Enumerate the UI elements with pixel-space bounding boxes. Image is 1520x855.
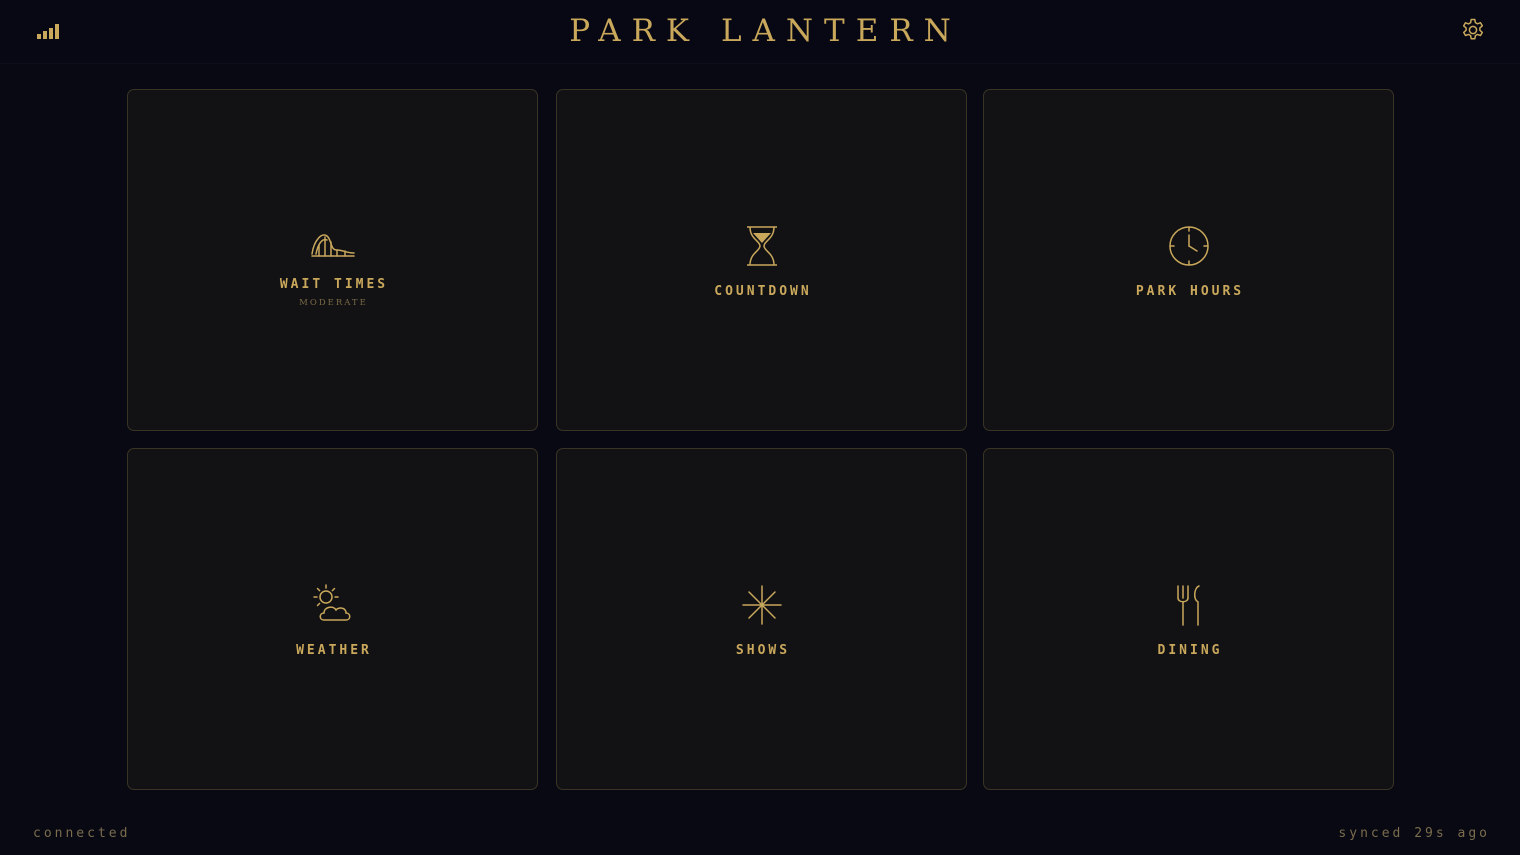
hourglass-icon xyxy=(746,226,777,266)
tile-countdown[interactable]: COUNTDOWN xyxy=(556,89,967,431)
roller-coaster-icon xyxy=(310,234,355,257)
tile-label: SHOWS xyxy=(735,643,791,658)
gear-icon[interactable] xyxy=(1460,17,1486,43)
tile-label: WEATHER xyxy=(296,643,372,658)
tile-park-hours[interactable]: PARK HOURS xyxy=(983,89,1394,431)
tile-weather[interactable]: WEATHER xyxy=(127,448,538,790)
tile-label: DINING xyxy=(1157,643,1223,658)
fork-spoon-icon xyxy=(1176,585,1200,626)
app-title: PARK LANTERN xyxy=(569,13,962,49)
tile-label: WAIT TIMES xyxy=(279,277,389,292)
sparkle-icon xyxy=(741,585,782,625)
tile-wait-times[interactable]: WAIT TIMES MODERATE xyxy=(127,89,538,431)
crowd-level-status: MODERATE xyxy=(299,298,368,308)
tile-shows[interactable]: SHOWS xyxy=(556,448,967,790)
app-root: PARK LANTERN WAIT TIMES MODERATE COUNTDO… xyxy=(0,0,1520,855)
tile-label: COUNTDOWN xyxy=(714,284,812,299)
tile-label: PARK HOURS xyxy=(1135,284,1245,299)
sync-status: synced 29s ago xyxy=(1338,826,1490,841)
connection-status: connected xyxy=(33,826,131,841)
header-bar: PARK LANTERN xyxy=(0,0,1520,64)
clock-icon xyxy=(1168,226,1209,266)
sun-cloud-icon xyxy=(312,584,350,621)
tile-dining[interactable]: DINING xyxy=(983,448,1394,790)
